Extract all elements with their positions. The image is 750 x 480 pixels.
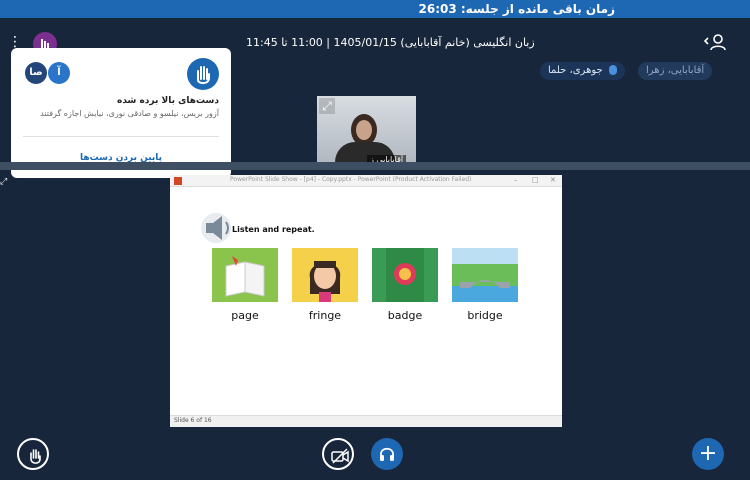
presentation-statusbar: Slide 6 of 16 — [170, 415, 562, 427]
session-timer: زمان باقی مانده از جلسه: 26:03 — [418, 2, 616, 16]
presentation-titlebar: PowerPoint Slide Show - [p4] - Copy.pptx… — [170, 175, 562, 187]
close-icon[interactable]: ✕ — [550, 176, 556, 184]
maximize-icon[interactable]: □ — [532, 176, 539, 184]
plus-icon: + — [698, 441, 718, 466]
user-list-icon[interactable] — [703, 33, 726, 51]
microphone-icon — [608, 65, 617, 75]
presenter-chip[interactable]: جوهری، حلما — [540, 62, 625, 80]
raise-hand-icon — [30, 449, 41, 464]
camera-toggle-button[interactable] — [322, 438, 354, 470]
raise-hand-button[interactable] — [17, 438, 49, 470]
expand-icon[interactable]: ⤢ — [319, 98, 335, 114]
stage-divider[interactable] — [0, 162, 750, 170]
flashcard-word: bridge — [467, 309, 503, 322]
webcam-person-face — [356, 120, 372, 140]
popup-divider — [23, 136, 219, 137]
presenter-chip[interactable]: آقابابایی، زهرا — [638, 62, 713, 80]
minimize-icon[interactable]: – — [514, 176, 518, 184]
flashcard-image — [372, 248, 438, 302]
raised-hand-names: آزور بریس، نیلسو و صادقی نوری، نیایش اجا… — [40, 109, 219, 118]
headphones-icon — [380, 447, 394, 461]
raised-hands-popup: آ صا دست‌های بالا برده شده آزور بریس، نی… — [11, 48, 231, 178]
flashcard-image — [452, 248, 518, 302]
camera-off-icon — [331, 448, 349, 464]
presenter-name: آقابابایی، زهرا — [646, 65, 705, 76]
flashcard-word: fringe — [308, 309, 342, 322]
flashcard-word: page — [231, 309, 259, 322]
popup-title: دست‌های بالا برده شده — [117, 96, 219, 106]
slide-instruction: Listen and repeat. — [232, 225, 315, 234]
webcam-tile[interactable]: ⤢ آقابابایی ز — [317, 96, 416, 169]
flashcard-image — [292, 248, 358, 302]
raised-hand-avatar: آ — [48, 62, 70, 84]
actions-plus-button[interactable]: + — [692, 438, 724, 470]
powerpoint-icon — [174, 177, 182, 185]
session-timer-bar: زمان باقی مانده از جلسه: 26:03 — [0, 0, 750, 18]
slide-counter: Slide 6 of 16 — [174, 417, 212, 424]
raise-hand-icon — [187, 58, 219, 90]
flashcard-image — [212, 248, 278, 302]
flashcard-word: badge — [387, 309, 423, 322]
expand-icon[interactable]: ⤢ — [0, 176, 8, 188]
audio-button[interactable] — [371, 438, 403, 470]
presenter-name: جوهری، حلما — [548, 65, 603, 76]
meeting-title: زبان انگلیسی (خانم آقابابایی) 1405/01/15… — [246, 36, 535, 49]
presentation-area: PowerPoint Slide Show - [p4] - Copy.pptx… — [170, 175, 562, 427]
presentation-window-title: PowerPoint Slide Show - [p4] - Copy.pptx… — [230, 176, 472, 183]
raised-hand-avatar: صا — [25, 62, 47, 84]
